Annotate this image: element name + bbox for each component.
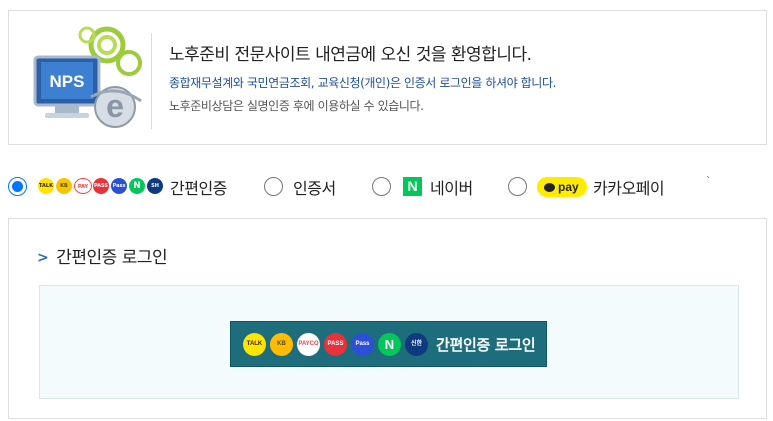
- login-method-options: TALK KB PAY PASS Pass N SH 간편인증 인증서 N 네이…: [0, 168, 773, 204]
- kb-icon: KB: [56, 178, 72, 194]
- naver-icon: N: [129, 178, 145, 194]
- naver-icon: N: [403, 177, 422, 196]
- payco-icon: PAY: [74, 178, 92, 194]
- pass-red-icon: PASS: [93, 178, 109, 194]
- vertical-divider: [151, 33, 152, 129]
- kakaotalk-icon: TALK: [38, 178, 54, 194]
- svg-text:NPS: NPS: [50, 72, 85, 91]
- login-button-area: TALK KB PAYCO PASS Pass N 신한 간편인증 로그인: [39, 285, 739, 399]
- simple-auth-panel: > 간편인증 로그인 TALK KB PAYCO PASS Pass N 신한 간…: [8, 218, 767, 419]
- shinhan-icon: 신한: [405, 333, 428, 356]
- shinhan-icon: SH: [147, 178, 163, 194]
- pass-blue-icon: Pass: [351, 333, 374, 356]
- radio-certificate[interactable]: [264, 177, 283, 196]
- login-button-label: 간편인증 로그인: [436, 336, 536, 354]
- radio-naver[interactable]: [372, 177, 391, 196]
- naver-icon: N: [378, 333, 401, 356]
- welcome-title: 노후준비 전문사이트 내연금에 오신 것을 환영합니다.: [169, 45, 532, 65]
- welcome-notice: 종합재무설계와 국민연금조회, 교육신청(개인)은 인증서 로그인을 하셔야 합…: [169, 76, 557, 90]
- radio-kakaopay[interactable]: [508, 177, 527, 196]
- pass-blue-icon: Pass: [111, 178, 127, 194]
- kakaopay-icon: pay: [537, 177, 587, 197]
- simple-auth-login-button[interactable]: TALK KB PAYCO PASS Pass N 신한 간편인증 로그인: [230, 321, 547, 367]
- nps-logo: NPS e: [33, 26, 142, 128]
- simple-auth-label[interactable]: 간편인증: [170, 175, 227, 199]
- payco-icon: PAYCO: [297, 333, 320, 356]
- welcome-box: NPS e 노후준비 전문사이트 내연금에 오신 것을 환영합니다. 종합재무설…: [8, 10, 767, 145]
- naver-label[interactable]: 네이버: [430, 175, 473, 199]
- pass-red-icon: PASS: [324, 333, 347, 356]
- tick-mark: ˋ: [706, 176, 711, 187]
- kakaopay-label[interactable]: 카카오페이: [593, 175, 665, 199]
- kakaotalk-icon: TALK: [243, 333, 266, 356]
- certificate-label[interactable]: 인증서: [293, 175, 336, 199]
- welcome-sub: 노후준비상담은 실명인증 후에 이용하실 수 있습니다.: [169, 99, 424, 113]
- chevron-right-icon: >: [37, 250, 49, 266]
- kb-icon: KB: [270, 333, 293, 356]
- panel-title: > 간편인증 로그인: [37, 243, 168, 268]
- panel-title-text: 간편인증 로그인: [56, 248, 168, 268]
- radio-simple-auth[interactable]: [8, 177, 27, 196]
